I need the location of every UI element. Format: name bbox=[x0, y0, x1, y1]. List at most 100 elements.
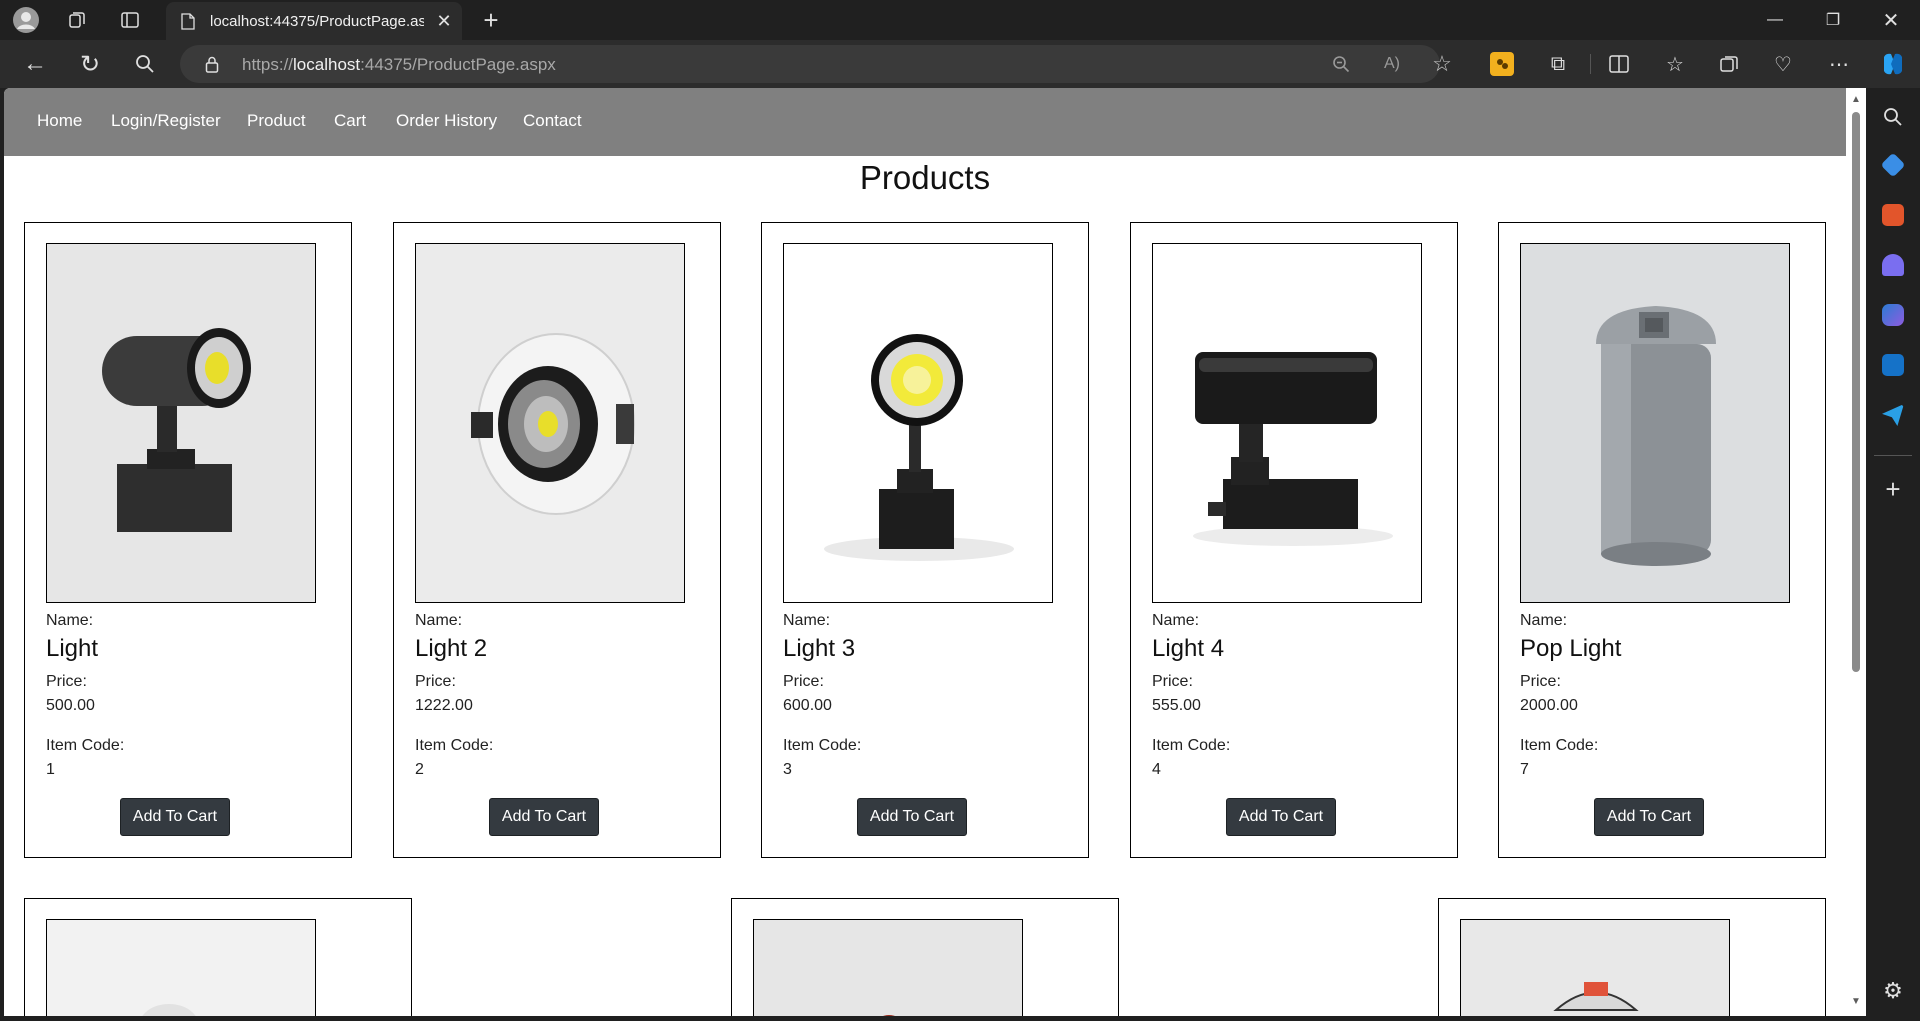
scroll-up-arrow-icon[interactable]: ▲ bbox=[1850, 94, 1862, 106]
sidebar-search-icon[interactable] bbox=[1880, 104, 1906, 130]
tab-title: localhost:44375/ProductPage.aspx bbox=[210, 13, 424, 30]
extension-icon[interactable] bbox=[1490, 52, 1514, 76]
product-price: 1222.00 bbox=[415, 697, 473, 714]
name-label: Name: bbox=[1152, 612, 1200, 629]
restore-icon[interactable]: ❐ bbox=[1810, 0, 1856, 40]
nav-login-register[interactable]: Login/Register bbox=[111, 111, 221, 131]
product-card: Name: Light Price: 500.00 Item Code: 1 A… bbox=[24, 222, 352, 858]
new-tab-icon[interactable]: + bbox=[476, 5, 506, 35]
sidebar-divider bbox=[1874, 455, 1912, 456]
product-item-code: 2 bbox=[415, 761, 424, 778]
refresh-icon[interactable]: ↻ bbox=[75, 50, 105, 78]
site-navbar: Home Login/Register Product Cart Order H… bbox=[4, 88, 1846, 156]
scroll-thumb[interactable] bbox=[1852, 112, 1860, 672]
copilot-icon[interactable] bbox=[1878, 50, 1908, 78]
tools-briefcase-icon[interactable] bbox=[1882, 204, 1904, 226]
product-price: 600.00 bbox=[783, 697, 832, 714]
nav-product[interactable]: Product bbox=[247, 111, 306, 131]
item-code-label: Item Code: bbox=[1520, 737, 1599, 754]
nav-cart[interactable]: Cart bbox=[334, 111, 366, 131]
read-aloud-icon[interactable]: A) bbox=[1380, 53, 1404, 75]
item-code-label: Item Code: bbox=[1152, 737, 1231, 754]
tab-actions-icon[interactable] bbox=[115, 6, 145, 34]
product-item-code: 3 bbox=[783, 761, 792, 778]
item-code-label: Item Code: bbox=[415, 737, 494, 754]
product-price: 2000.00 bbox=[1520, 697, 1578, 714]
item-code-label: Item Code: bbox=[46, 737, 125, 754]
microsoft-365-icon[interactable] bbox=[1882, 304, 1904, 326]
zoom-out-icon[interactable] bbox=[1330, 53, 1352, 75]
nav-order-history[interactable]: Order History bbox=[396, 111, 497, 131]
favorite-star-icon[interactable]: ☆ bbox=[1430, 51, 1454, 76]
browser-tab-active[interactable]: localhost:44375/ProductPage.aspx ✕ bbox=[166, 2, 462, 40]
collections-icon[interactable] bbox=[1716, 52, 1742, 76]
shopping-tag-icon[interactable] bbox=[1880, 152, 1906, 178]
tab-close-icon[interactable]: ✕ bbox=[434, 11, 454, 31]
price-label: Price: bbox=[415, 673, 456, 690]
price-label: Price: bbox=[783, 673, 824, 690]
nav-contact[interactable]: Contact bbox=[523, 111, 582, 131]
address-bar[interactable]: https://localhost:44375/ProductPage.aspx… bbox=[180, 45, 1452, 83]
page-title: Products bbox=[859, 159, 991, 196]
product-name: Pop Light bbox=[1520, 635, 1622, 662]
browser-tab-bar: localhost:44375/ProductPage.aspx ✕ + — ❐… bbox=[0, 0, 1920, 40]
product-card-partial bbox=[24, 898, 412, 1016]
page-viewport: Home Login/Register Product Cart Order H… bbox=[4, 88, 1846, 1016]
add-to-cart-button[interactable]: Add To Cart bbox=[489, 798, 599, 836]
add-to-cart-button[interactable]: Add To Cart bbox=[1594, 798, 1704, 836]
health-heart-icon[interactable]: ♡ bbox=[1770, 52, 1796, 76]
product-item-code: 7 bbox=[1520, 761, 1529, 778]
price-label: Price: bbox=[46, 673, 87, 690]
workspaces-icon[interactable] bbox=[62, 6, 92, 34]
toolbar-divider bbox=[1590, 54, 1591, 74]
product-card: Name: Light 2 Price: 1222.00 Item Code: … bbox=[393, 222, 721, 858]
product-image[interactable] bbox=[1460, 919, 1730, 1016]
product-card: Name: Pop Light Price: 2000.00 Item Code… bbox=[1498, 222, 1826, 858]
price-label: Price: bbox=[1152, 673, 1193, 690]
extensions-puzzle-icon[interactable]: ⧉ bbox=[1545, 52, 1571, 76]
outlook-icon[interactable] bbox=[1882, 354, 1904, 376]
window-close-icon[interactable]: ✕ bbox=[1868, 0, 1914, 40]
add-to-cart-button[interactable]: Add To Cart bbox=[1226, 798, 1336, 836]
browser-toolbar: ← ↻ https://localhost:44375/ProductPage.… bbox=[0, 40, 1920, 88]
product-item-code: 1 bbox=[46, 761, 55, 778]
product-name: Light 3 bbox=[783, 635, 856, 662]
profile-avatar-icon[interactable] bbox=[10, 5, 42, 35]
favorites-icon[interactable]: ☆ bbox=[1662, 52, 1688, 76]
more-options-icon[interactable]: ⋯ bbox=[1826, 52, 1852, 76]
product-image[interactable] bbox=[46, 919, 316, 1016]
split-screen-icon[interactable] bbox=[1606, 52, 1632, 76]
name-label: Name: bbox=[415, 612, 463, 629]
item-code-label: Item Code: bbox=[783, 737, 862, 754]
search-icon[interactable] bbox=[130, 50, 160, 78]
product-image[interactable] bbox=[1520, 243, 1790, 603]
product-image[interactable] bbox=[415, 243, 685, 603]
product-item-code: 4 bbox=[1152, 761, 1161, 778]
telegram-send-icon[interactable] bbox=[1882, 404, 1904, 426]
back-icon[interactable]: ← bbox=[20, 50, 50, 78]
nav-home[interactable]: Home bbox=[37, 111, 82, 131]
add-to-cart-button[interactable]: Add To Cart bbox=[857, 798, 967, 836]
product-price: 500.00 bbox=[46, 697, 95, 714]
edge-sidebar: + ⚙ bbox=[1866, 88, 1920, 1021]
minimize-icon[interactable]: — bbox=[1752, 0, 1798, 40]
add-to-cart-button[interactable]: Add To Cart bbox=[120, 798, 230, 836]
product-card-partial bbox=[731, 898, 1119, 1016]
product-image[interactable] bbox=[1152, 243, 1422, 603]
url-text[interactable]: https://localhost:44375/ProductPage.aspx bbox=[242, 55, 556, 75]
product-name: Light bbox=[46, 635, 99, 662]
scroll-down-arrow-icon[interactable]: ▼ bbox=[1850, 996, 1862, 1008]
games-icon[interactable] bbox=[1882, 254, 1904, 276]
name-label: Name: bbox=[783, 612, 831, 629]
product-card: Name: Light 4 Price: 555.00 Item Code: 4… bbox=[1130, 222, 1458, 858]
page-scrollbar[interactable]: ▲ ▼ bbox=[1846, 88, 1866, 1016]
product-name: Light 4 bbox=[1152, 635, 1225, 662]
sidebar-add-icon[interactable]: + bbox=[1880, 474, 1906, 504]
lock-icon[interactable] bbox=[204, 55, 220, 73]
product-card: Name: Light 3 Price: 600.00 Item Code: 3… bbox=[761, 222, 1089, 858]
sidebar-settings-gear-icon[interactable]: ⚙ bbox=[1880, 978, 1906, 1004]
product-image[interactable] bbox=[783, 243, 1053, 603]
product-image[interactable] bbox=[753, 919, 1023, 1016]
product-image[interactable] bbox=[46, 243, 316, 603]
product-name: Light 2 bbox=[415, 635, 488, 662]
